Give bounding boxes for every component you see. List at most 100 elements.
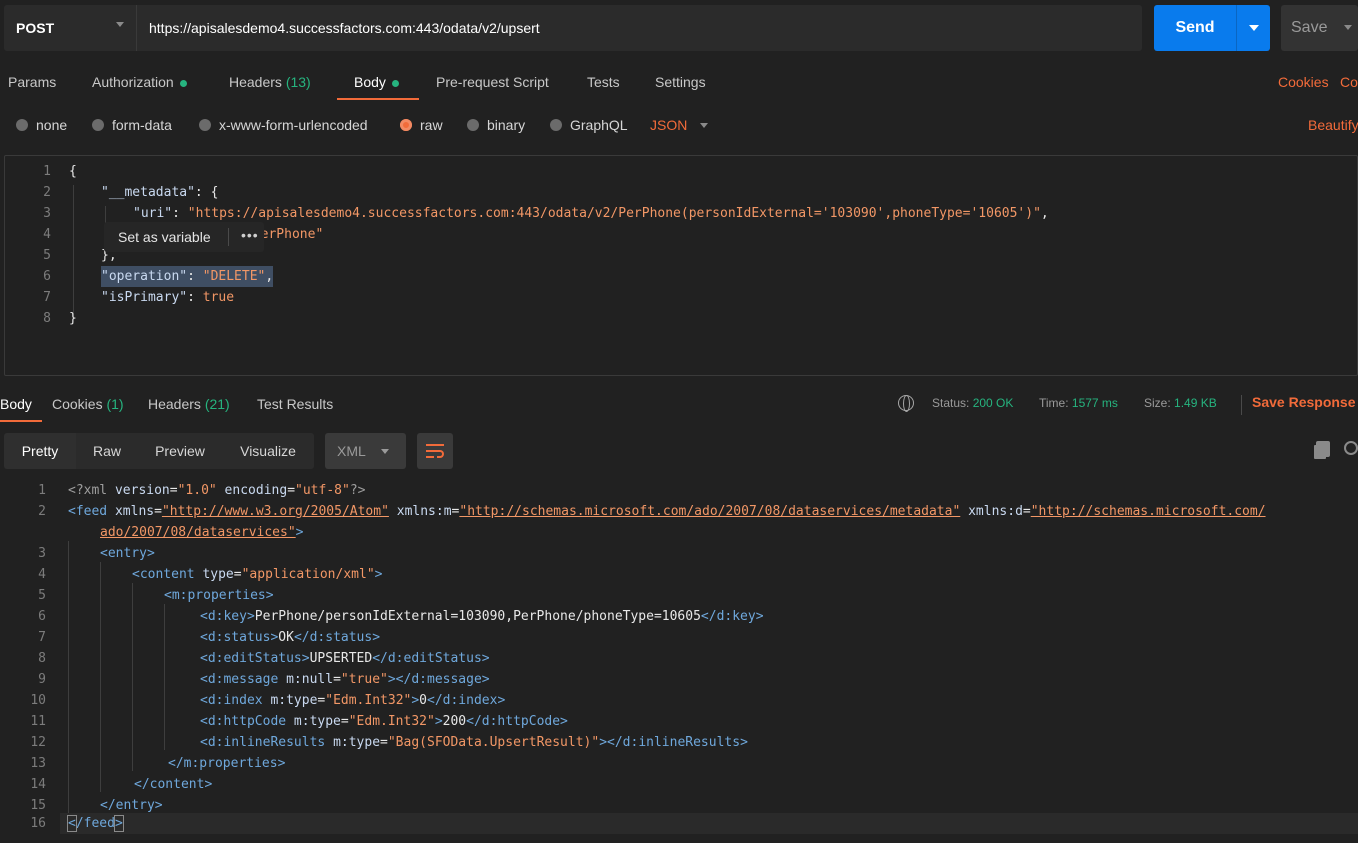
json-punct: , (1040, 206, 1049, 221)
response-tab-body[interactable]: Body (0, 396, 32, 412)
chevron-down-icon (381, 449, 389, 454)
code-link[interactable]: Co (1340, 74, 1358, 90)
tab-body[interactable]: Body (354, 74, 399, 90)
code-line: <entry> (100, 546, 155, 561)
tab-prerequest-script[interactable]: Pre-request Script (436, 74, 549, 90)
status-dot-icon (179, 79, 187, 87)
radio-form-data[interactable]: form-data (92, 117, 172, 133)
json-key: "uri" (133, 206, 173, 221)
view-pretty-button[interactable]: Pretty (4, 433, 76, 469)
radio-urlencoded-label: x-www-form-urlencoded (219, 117, 368, 133)
xml-text: 200 (442, 714, 467, 729)
send-options-button[interactable] (1236, 5, 1270, 51)
xml-value: "Edm.Int32" (325, 693, 412, 708)
size-readout: Size: 1.49 KB (1144, 396, 1217, 410)
line-number: 6 (38, 609, 46, 624)
code-line: <d:index m:type="Edm.Int32">0</d:index> (200, 690, 505, 711)
radio-binary-label: binary (487, 117, 526, 133)
code-line: { (69, 164, 77, 179)
xml-tag: <d:inlineResults (200, 735, 334, 750)
xml-url[interactable]: "http://schemas.microsoft.com/ado/2007/0… (459, 504, 960, 519)
response-tab-headers[interactable]: Headers (21) (148, 396, 230, 412)
radio-circle-icon (92, 119, 104, 131)
json-key: "operation" (101, 269, 188, 284)
indent-guide (73, 185, 74, 319)
method-select[interactable]: POST (4, 5, 136, 51)
xml-value: "Bag(SFOData.UpsertResult)" (387, 735, 600, 750)
send-button[interactable]: Send (1154, 5, 1236, 51)
json-key: "__metadata" (101, 185, 195, 200)
line-number: 9 (38, 672, 46, 687)
format-select[interactable]: JSON (650, 117, 687, 133)
xml-attr: m:type (333, 735, 381, 750)
tab-settings[interactable]: Settings (655, 74, 706, 90)
xml-punct: = (380, 735, 388, 750)
xml-tag: <d:editStatus> (200, 651, 310, 666)
current-line-highlight (60, 813, 1358, 834)
wrap-lines-icon[interactable] (417, 433, 453, 469)
response-body-viewer[interactable]: 1 <?xml version="1.0" encoding="utf-8"?>… (0, 478, 1358, 843)
tab-params[interactable]: Params (8, 74, 56, 90)
xml-punct: = (154, 504, 162, 519)
tab-authorization[interactable]: Authorization (92, 74, 187, 90)
tab-tests[interactable]: Tests (587, 74, 620, 90)
globe-icon[interactable] (898, 395, 914, 412)
more-options-icon[interactable]: ••• (241, 227, 259, 243)
status-value: 200 OK (972, 396, 1014, 410)
xml-url[interactable]: "http://schemas.microsoft.com/ (1031, 504, 1266, 519)
radio-circle-icon (550, 119, 562, 131)
radio-none[interactable]: none (16, 117, 67, 133)
response-tab-test-results[interactable]: Test Results (257, 396, 333, 412)
time-readout: Time: 1577 ms (1039, 396, 1118, 410)
request-body-editor[interactable]: 1 { 2 "__metadata": { 3 "uri": "https://… (4, 155, 1358, 376)
code-line: <d:httpCode m:type="Edm.Int32">200</d:ht… (200, 711, 568, 732)
radio-circle-icon (467, 119, 479, 131)
code-line: "uri": "https://apisalesdemo4.successfac… (133, 203, 1049, 224)
xml-text: PerPhone/personIdExternal=103090,PerPhon… (254, 609, 701, 624)
xml-tag: ></d:message> (387, 672, 490, 687)
xml-value: "application/xml" (241, 567, 375, 582)
chevron-down-icon[interactable] (700, 123, 708, 128)
radio-raw[interactable]: raw (400, 117, 443, 133)
xml-tag: /feed (75, 816, 115, 831)
view-raw-button[interactable]: Raw (76, 433, 138, 469)
code-line-wrapped: ado/2007/08/dataservices"> (100, 522, 304, 543)
line-number: 7 (43, 290, 51, 305)
indent-guide (100, 562, 101, 792)
xml-tag: > (411, 693, 420, 708)
set-as-variable-button[interactable]: Set as variable (118, 229, 211, 245)
status-dot-icon (391, 79, 399, 87)
code-line: <d:key>PerPhone/personIdExternal=103090,… (200, 606, 764, 627)
json-punct: , (265, 269, 274, 284)
xml-url[interactable]: ado/2007/08/dataservices" (100, 525, 296, 540)
line-number: 14 (30, 777, 46, 792)
request-tabs: Params Authorization Headers (13) Body P… (0, 64, 1358, 100)
response-tab-headers-label: Headers (148, 396, 201, 412)
xml-url[interactable]: "http://www.w3.org/2005/Atom" (162, 504, 389, 519)
radio-graphql[interactable]: GraphQL (550, 117, 628, 133)
time-label: Time: (1039, 396, 1069, 410)
radio-binary[interactable]: binary (467, 117, 525, 133)
search-icon[interactable] (1344, 441, 1358, 455)
copy-icon[interactable] (1316, 441, 1330, 457)
chevron-down-icon[interactable] (1344, 25, 1352, 30)
tab-headers-label: Headers (229, 74, 282, 90)
line-number: 2 (38, 504, 46, 519)
tab-headers[interactable]: Headers (13) (229, 74, 311, 90)
beautify-link[interactable]: Beautify (1308, 117, 1358, 133)
response-tab-cookies[interactable]: Cookies (1) (52, 396, 124, 412)
radio-urlencoded[interactable]: x-www-form-urlencoded (199, 117, 368, 133)
save-response-button[interactable]: Save Response (1252, 394, 1356, 410)
view-visualize-button[interactable]: Visualize (222, 433, 314, 469)
selected-code-line: "operation": "DELETE", (101, 266, 274, 287)
xml-tag: > (434, 714, 443, 729)
status-readout: Status: 200 OK (932, 396, 1013, 410)
view-preview-button[interactable]: Preview (138, 433, 222, 469)
indent-guide (68, 541, 69, 813)
cookies-link[interactable]: Cookies (1278, 74, 1329, 90)
response-format-select[interactable]: XML (325, 433, 406, 469)
url-input[interactable]: https://apisalesdemo4.successfactors.com… (136, 5, 1142, 51)
response-headers-count: (21) (204, 396, 230, 412)
xml-bracket-match: > (113, 815, 124, 832)
xml-attr: version (114, 483, 170, 498)
